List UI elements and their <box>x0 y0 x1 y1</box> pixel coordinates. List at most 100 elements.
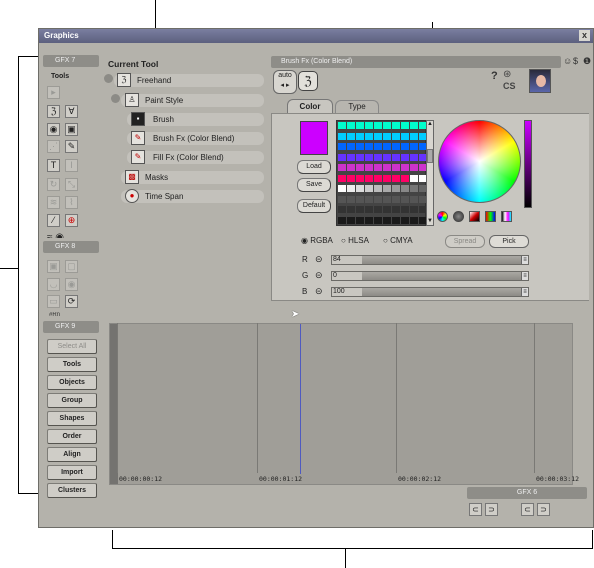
channel-lock-icon[interactable]: ⊝ <box>315 286 323 297</box>
palette-swatch[interactable] <box>410 206 418 213</box>
palette-swatch[interactable] <box>356 132 364 140</box>
palette-swatch[interactable] <box>392 216 400 224</box>
tree-collapse-icon[interactable] <box>111 94 120 103</box>
palette-swatch[interactable] <box>392 143 400 150</box>
refresh-icon[interactable]: ⟳ <box>65 295 78 308</box>
palette-swatch[interactable] <box>365 164 373 171</box>
palette-swatch[interactable] <box>356 185 364 192</box>
palette-swatch[interactable] <box>365 206 373 213</box>
palette-swatch[interactable] <box>338 132 346 140</box>
channel-lock-icon[interactable]: ⊝ <box>315 270 323 281</box>
tree-collapse-icon[interactable] <box>104 74 113 83</box>
palette-swatch[interactable] <box>347 174 355 182</box>
panel-info-icon[interactable]: ❶ <box>583 56 591 67</box>
window-titlebar[interactable]: Graphics x <box>39 29 593 43</box>
load-button[interactable]: Load <box>297 160 331 174</box>
slider-end-icon[interactable]: ≡ <box>521 272 528 280</box>
palette-swatch[interactable] <box>374 143 382 150</box>
panel-settings-icon[interactable]: $ <box>573 56 578 66</box>
knife-tool-icon[interactable]: ✎ <box>65 140 78 153</box>
playhead[interactable] <box>300 324 301 474</box>
palette-swatch[interactable] <box>338 206 346 213</box>
channel-value[interactable]: 100 <box>333 288 345 296</box>
mode-radio-rgba[interactable]: ◉ RGBA <box>301 236 333 245</box>
palette-swatch[interactable] <box>356 153 364 161</box>
palette-swatch[interactable] <box>383 195 391 203</box>
palette-swatch[interactable] <box>365 122 373 129</box>
palette-swatch[interactable] <box>365 143 373 150</box>
brightness-strip[interactable] <box>524 120 532 208</box>
palette-swatch[interactable] <box>383 206 391 213</box>
palette-swatch[interactable] <box>401 174 409 182</box>
brush-preview-icon[interactable]: ℨ <box>298 71 318 91</box>
palette-swatch[interactable] <box>410 195 418 203</box>
palette-swatch[interactable] <box>338 122 346 129</box>
help-icon[interactable]: ? <box>491 70 498 82</box>
palette-swatch[interactable] <box>383 132 391 140</box>
palette-swatch[interactable] <box>374 185 382 192</box>
palette-swatch[interactable] <box>383 153 391 161</box>
channel-lock-icon[interactable]: ⊝ <box>315 254 323 265</box>
palette-swatch[interactable] <box>392 164 400 171</box>
palette-swatch[interactable] <box>347 164 355 171</box>
auto-toggle[interactable]: auto ◂ ▸ <box>273 70 297 94</box>
palette-swatch[interactable] <box>338 185 346 192</box>
tab-type[interactable]: Type <box>335 100 379 113</box>
palette-swatch[interactable] <box>356 195 364 203</box>
palette-swatch[interactable] <box>356 143 364 150</box>
palette-swatch[interactable] <box>374 174 382 182</box>
text-tool-icon[interactable]: T <box>47 159 60 172</box>
palette-swatch[interactable] <box>356 216 364 224</box>
tree-item-freehand[interactable]: Freehand <box>137 76 171 85</box>
palette-swatch[interactable] <box>392 132 400 140</box>
palette-swatch[interactable] <box>338 195 346 203</box>
palette-swatch[interactable] <box>347 195 355 203</box>
palette-swatch[interactable] <box>401 195 409 203</box>
palette-swatch[interactable] <box>347 143 355 150</box>
palette-swatch[interactable] <box>347 185 355 192</box>
sidebar-button-align[interactable]: Align <box>47 447 97 462</box>
spread-button[interactable]: Spread <box>445 235 485 248</box>
channel-slider-b[interactable]: 100 ≡ <box>331 287 529 297</box>
palette-swatch[interactable] <box>383 174 391 182</box>
palette-swatch[interactable] <box>338 174 346 182</box>
link-icon[interactable]: ⊛ <box>503 69 511 80</box>
tree-item-brush-fx[interactable]: Brush Fx (Color Blend) <box>153 134 234 143</box>
bezier-tool-icon[interactable]: ∀ <box>65 105 78 118</box>
palette-swatch[interactable] <box>347 216 355 224</box>
timeline-area[interactable] <box>109 323 573 485</box>
channel-value[interactable]: 0 <box>333 272 337 280</box>
sidebar-button-import[interactable]: Import <box>47 465 97 480</box>
link-next-icon[interactable]: ⊃ <box>537 503 550 516</box>
tree-item-fill-fx[interactable]: Fill Fx (Color Blend) <box>153 153 224 162</box>
palette-swatch[interactable] <box>392 206 400 213</box>
color-wheel-mode-icon[interactable] <box>437 211 448 222</box>
palette-swatch[interactable] <box>356 164 364 171</box>
palette-swatch[interactable] <box>410 164 418 171</box>
scroll-thumb[interactable] <box>427 149 433 163</box>
spectrum-icon[interactable] <box>501 211 512 222</box>
palette-swatch[interactable] <box>365 132 373 140</box>
palette-swatch[interactable] <box>392 153 400 161</box>
palette-swatch[interactable] <box>338 216 346 224</box>
palette-swatch[interactable] <box>392 185 400 192</box>
palette-swatch[interactable] <box>374 195 382 203</box>
palette-swatch[interactable] <box>365 195 373 203</box>
palette-swatch[interactable] <box>410 122 418 129</box>
palette-swatch[interactable] <box>383 143 391 150</box>
palette-swatch[interactable] <box>410 174 418 182</box>
palette-grid[interactable] <box>336 120 427 226</box>
palette-swatch[interactable] <box>347 153 355 161</box>
palette-swatch[interactable] <box>401 216 409 224</box>
pick-button[interactable]: Pick <box>489 235 529 248</box>
palette-swatch[interactable] <box>356 206 364 213</box>
palette-swatch[interactable] <box>383 185 391 192</box>
panel-options-icon[interactable]: ☺ <box>563 56 572 66</box>
palette-swatch[interactable] <box>356 174 364 182</box>
rectangle-tool-icon[interactable]: ▣ <box>65 123 78 136</box>
palette-swatch[interactable] <box>392 174 400 182</box>
mode-radio-hlsa[interactable]: ○ HLSA <box>341 236 369 245</box>
gradient-square-icon[interactable] <box>469 211 480 222</box>
crosshair-icon[interactable]: ⊕ <box>65 214 78 227</box>
tree-item-brush[interactable]: Brush <box>153 115 174 124</box>
